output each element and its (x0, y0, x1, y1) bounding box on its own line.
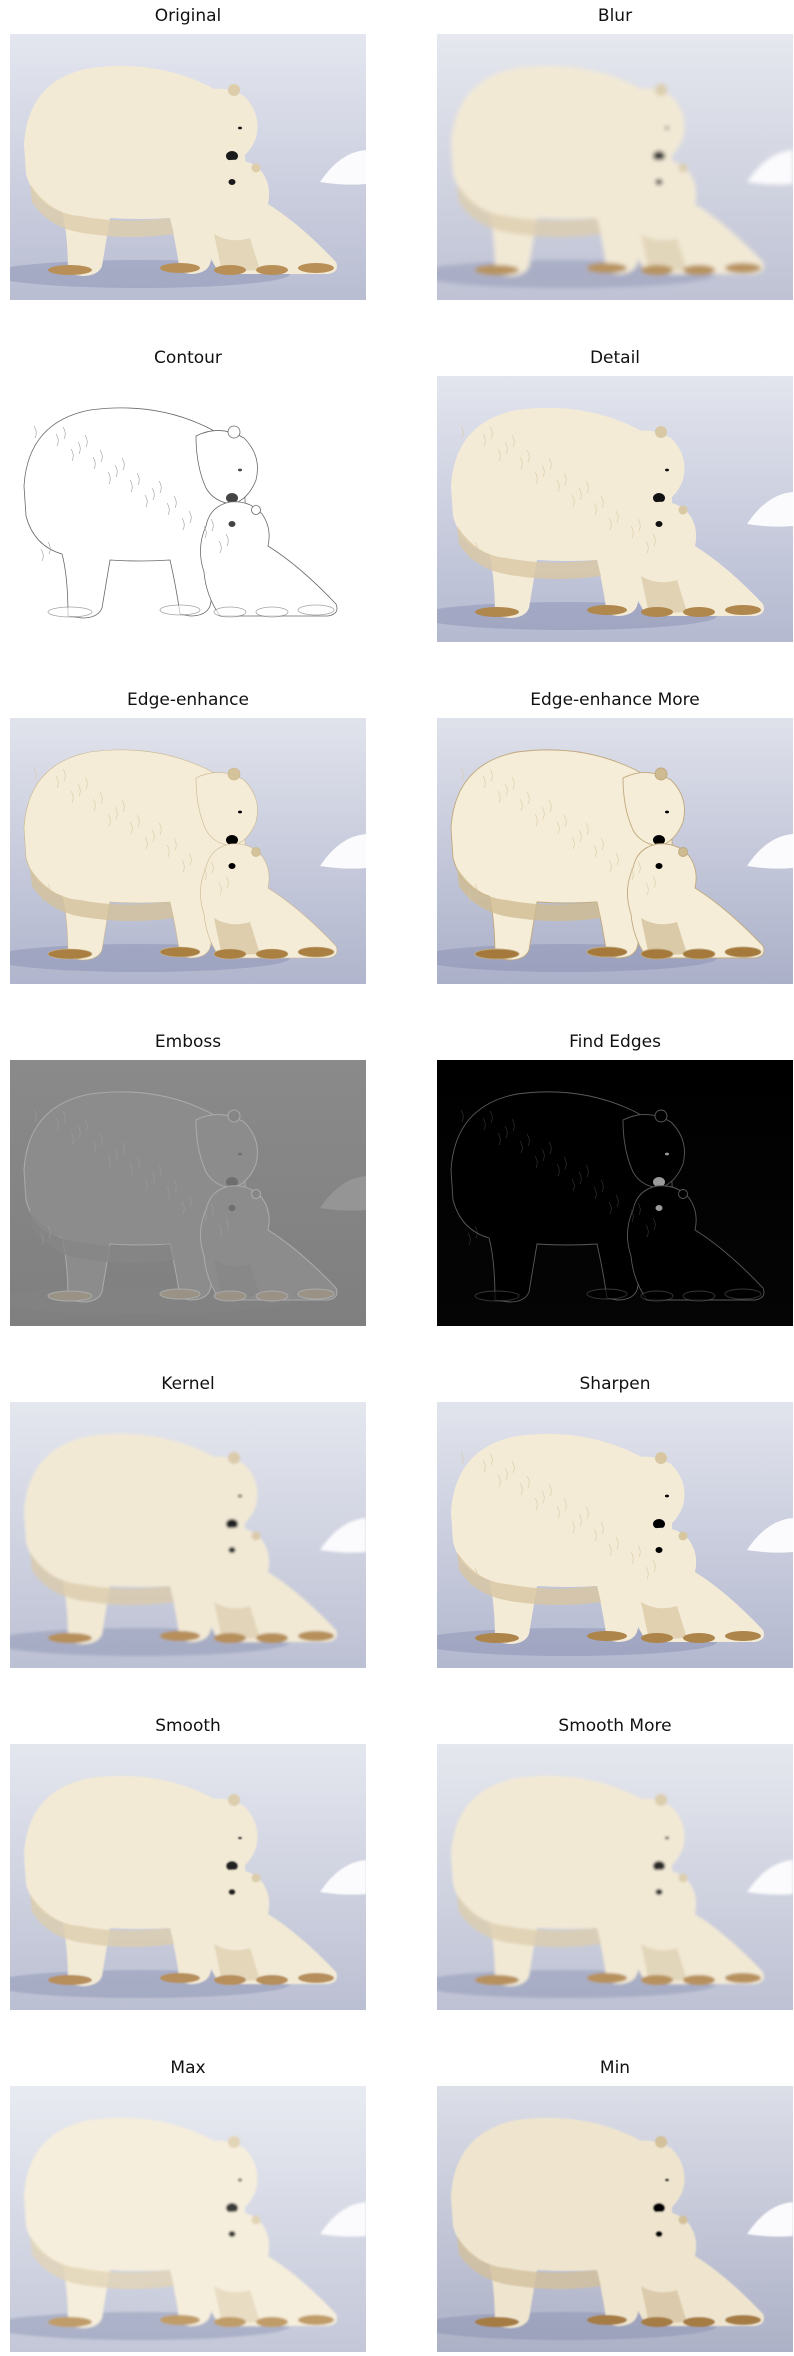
image-kernel (10, 1402, 366, 1668)
filter-comparison-grid: Original Blur Contour Detail Edge-enhanc… (0, 0, 794, 2352)
panel-smooth-more: Smooth More (437, 1714, 793, 2014)
panel-title-smooth: Smooth (155, 1716, 221, 1736)
image-smooth-more (437, 1744, 793, 2010)
panel-title-smooth-more: Smooth More (558, 1716, 672, 1736)
panel-title-min: Min (599, 2058, 631, 2078)
panel-title-blur: Blur (597, 6, 633, 26)
image-sharpen (437, 1402, 793, 1668)
image-contour (10, 376, 366, 642)
panel-edge-enhance: Edge-enhance (10, 688, 366, 988)
panel-title-sharpen: Sharpen (579, 1374, 651, 1394)
panel-title-emboss: Emboss (154, 1032, 222, 1052)
panel-smooth: Smooth (10, 1714, 366, 2014)
panel-blur: Blur (437, 4, 793, 304)
panel-title-kernel: Kernel (161, 1374, 215, 1394)
image-smooth (10, 1744, 366, 2010)
panel-original: Original (10, 4, 366, 304)
image-emboss (10, 1060, 366, 1326)
panel-title-contour: Contour (154, 348, 222, 368)
image-find-edges (437, 1060, 793, 1326)
image-max (10, 2086, 366, 2352)
panel-min: Min (437, 2056, 793, 2356)
image-min (437, 2086, 793, 2352)
panel-sharpen: Sharpen (437, 1372, 793, 1672)
panel-emboss: Emboss (10, 1030, 366, 1330)
panel-find-edges: Find Edges (437, 1030, 793, 1330)
image-blur (437, 34, 793, 300)
panel-title-edge-enhance: Edge-enhance (127, 690, 249, 710)
panel-title-find-edges: Find Edges (569, 1032, 661, 1052)
panel-title-edge-enhance-more: Edge-enhance More (530, 690, 700, 710)
image-edge-enhance (10, 718, 366, 984)
panel-title-max: Max (170, 2058, 206, 2078)
panel-edge-enhance-more: Edge-enhance More (437, 688, 793, 988)
panel-kernel: Kernel (10, 1372, 366, 1672)
panel-max: Max (10, 2056, 366, 2356)
panel-detail: Detail (437, 346, 793, 646)
image-detail (437, 376, 793, 642)
panel-contour: Contour (10, 346, 366, 646)
image-original (10, 34, 366, 300)
panel-title-detail: Detail (589, 348, 641, 368)
panel-title-original: Original (154, 6, 222, 26)
image-edge-enhance-more (437, 718, 793, 984)
